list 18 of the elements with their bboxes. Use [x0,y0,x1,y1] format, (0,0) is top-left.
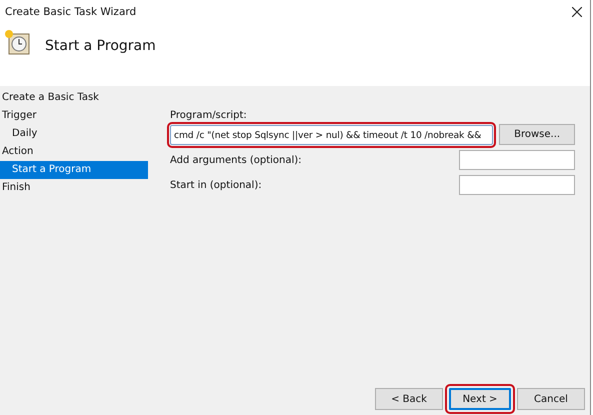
field-label: Start in (optional): [170,180,262,190]
step-item: Start a Program [0,161,148,179]
input-field[interactable] [459,175,575,195]
step-item: Action [1,145,34,159]
clock-icon [3,28,31,56]
browse-button[interactable]: Browse... [499,124,575,145]
wizard-button[interactable]: < Back [375,388,443,410]
step-item: Create a Basic Task [1,91,100,105]
page-title: Start a Program [45,38,156,54]
step-item: Daily [11,127,38,141]
field-label: Add arguments (optional): [170,154,302,166]
window-title: Create Basic Task Wizard [5,6,136,18]
step-item: Finish [1,181,32,195]
step-item: Trigger [1,109,38,123]
field-label: Program/script: [170,110,248,121]
input-field[interactable] [459,150,575,170]
wizard-button[interactable]: Cancel [517,388,585,410]
close-icon[interactable] [572,7,582,17]
